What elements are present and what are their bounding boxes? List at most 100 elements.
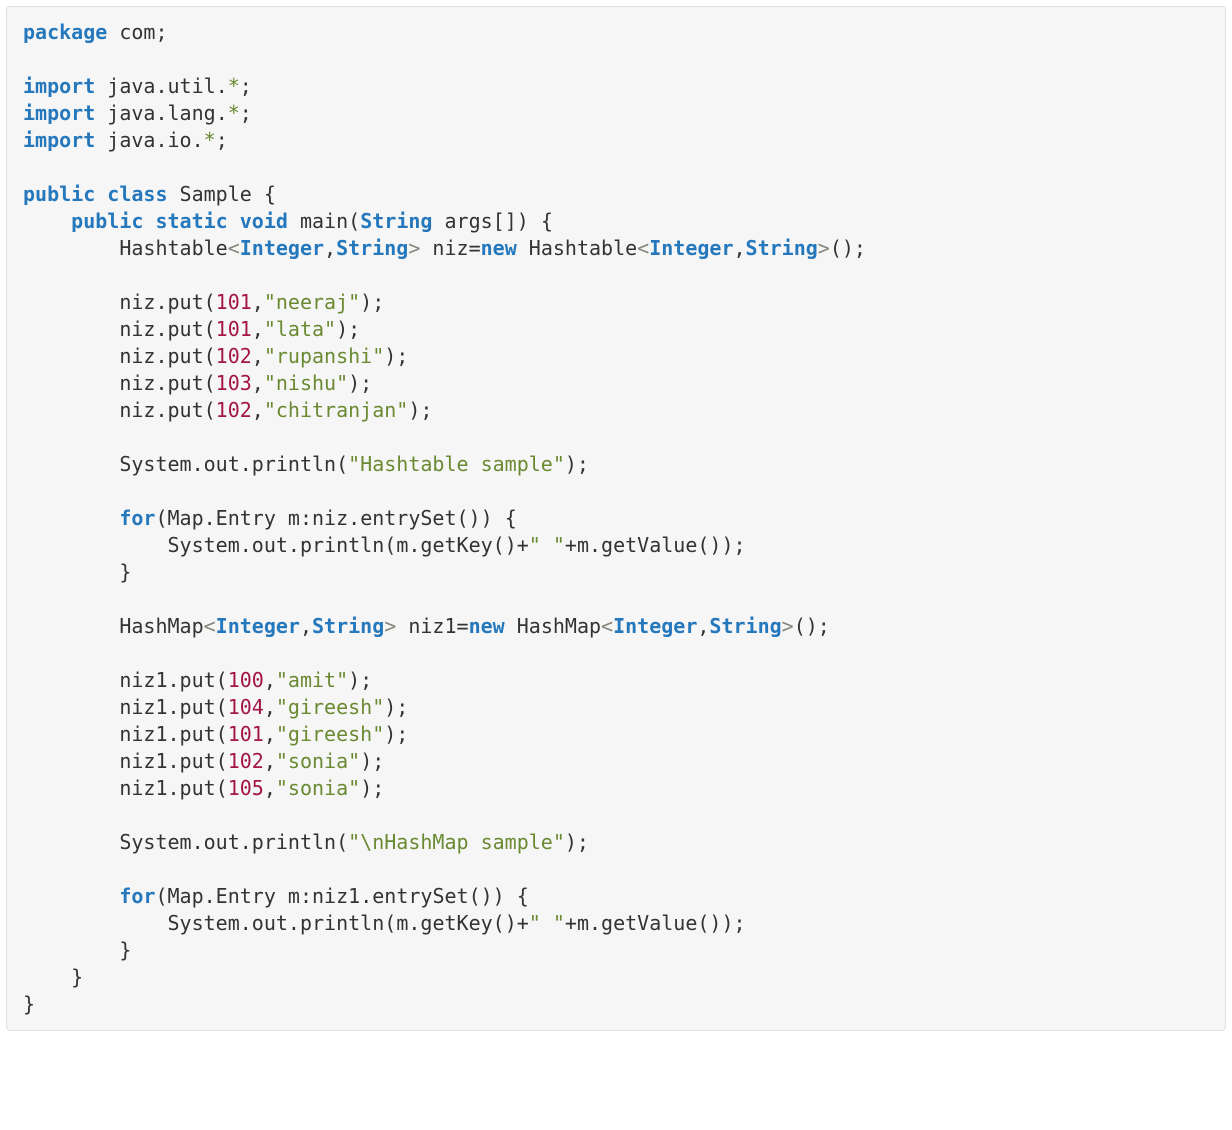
code-token: ); (348, 668, 372, 692)
code-token: , (264, 722, 276, 746)
code-token: ; (155, 20, 167, 44)
code-token: . (192, 452, 204, 476)
code-token: (); (794, 614, 830, 638)
code-token: . (168, 749, 180, 773)
code-token (529, 209, 541, 233)
code-token: getValue (601, 911, 697, 935)
code-token: { (505, 506, 517, 530)
code-token: . (240, 911, 252, 935)
code-token: "gireesh" (276, 695, 384, 719)
code-token: "Hashtable sample" (348, 452, 565, 476)
code-token: Map (168, 506, 204, 530)
code-token: . (589, 911, 601, 935)
code-token: ; (240, 74, 252, 98)
code-token: ( (384, 911, 396, 935)
code-token: ); (348, 371, 372, 395)
code-token: niz1 (23, 749, 168, 773)
code-token: = (457, 614, 469, 638)
code-token: , (252, 398, 264, 422)
code-token: niz1 (396, 614, 456, 638)
code-token: HashMap (505, 614, 601, 638)
code-token: . (408, 533, 420, 557)
code-token: static (155, 209, 227, 233)
code-token: class (107, 182, 167, 206)
code-token: public (23, 182, 95, 206)
code-token: ); (384, 344, 408, 368)
code-token: . (288, 911, 300, 935)
code-token: ( (384, 533, 396, 557)
code-token: . (240, 830, 252, 854)
code-token: m (396, 533, 408, 557)
code-token: < (204, 614, 216, 638)
code-token: out (252, 533, 288, 557)
code-token: Integer (613, 614, 697, 638)
code-token: ; (216, 128, 228, 152)
code-token: ); (360, 749, 384, 773)
code-token: println (252, 452, 336, 476)
code-token: . (192, 128, 204, 152)
code-token: = (469, 236, 481, 260)
code-token: []) (493, 209, 529, 233)
code-token: ); (384, 722, 408, 746)
code-token: java (95, 74, 155, 98)
code-token: ( (336, 452, 348, 476)
code-token: . (288, 533, 300, 557)
code-token: Sample (168, 182, 264, 206)
code-token (23, 560, 119, 584)
code-token: , (252, 290, 264, 314)
code-token: niz (312, 506, 348, 530)
code-token: Hashtable (517, 236, 637, 260)
code-token: "nishu" (264, 371, 348, 395)
code-token (493, 506, 505, 530)
code-token: Entry m (216, 506, 300, 530)
code-token: . (348, 506, 360, 530)
code-token: ( (204, 371, 216, 395)
code-token: ; (240, 101, 252, 125)
code-token: . (155, 290, 167, 314)
code-token: ( (216, 776, 228, 800)
code-token: args (432, 209, 492, 233)
code-token: Map (168, 884, 204, 908)
code-token: m (577, 533, 589, 557)
code-token: lang (168, 101, 216, 125)
code-token: . (192, 830, 204, 854)
code-token: . (204, 884, 216, 908)
code-token: niz (420, 236, 468, 260)
code-token: 100 (228, 668, 264, 692)
code-token: . (216, 101, 228, 125)
code-token: for (119, 506, 155, 530)
code-token: io (168, 128, 192, 152)
code-token: String (312, 614, 384, 638)
code-token: ( (155, 884, 167, 908)
code-token: , (252, 371, 264, 395)
code-token: Entry m (216, 884, 300, 908)
code-token: util (168, 74, 216, 98)
code-token: ); (565, 452, 589, 476)
code-token: , (697, 614, 709, 638)
code-token: * (228, 101, 240, 125)
code-token: niz (23, 398, 155, 422)
code-token: ( (216, 749, 228, 773)
code-token: 101 (216, 317, 252, 341)
code-token: (); (830, 236, 866, 260)
code-token: getKey (420, 911, 492, 935)
code-token: ); (360, 776, 384, 800)
code-token: . (155, 74, 167, 98)
code-token: java (95, 128, 155, 152)
code-token: . (408, 911, 420, 935)
code-token: . (168, 695, 180, 719)
code-token: { (264, 182, 276, 206)
code-token: String (336, 236, 408, 260)
code-token: ()+ (493, 533, 529, 557)
code-token (23, 209, 71, 233)
code-token: niz (23, 317, 155, 341)
code-token: put (168, 344, 204, 368)
code-token: . (240, 533, 252, 557)
code-token: 102 (228, 749, 264, 773)
code-token: 101 (216, 290, 252, 314)
code-token: niz1 (312, 884, 360, 908)
code-token: m (577, 911, 589, 935)
code-token: System (23, 533, 240, 557)
code-token: } (119, 560, 131, 584)
code-token (505, 884, 517, 908)
